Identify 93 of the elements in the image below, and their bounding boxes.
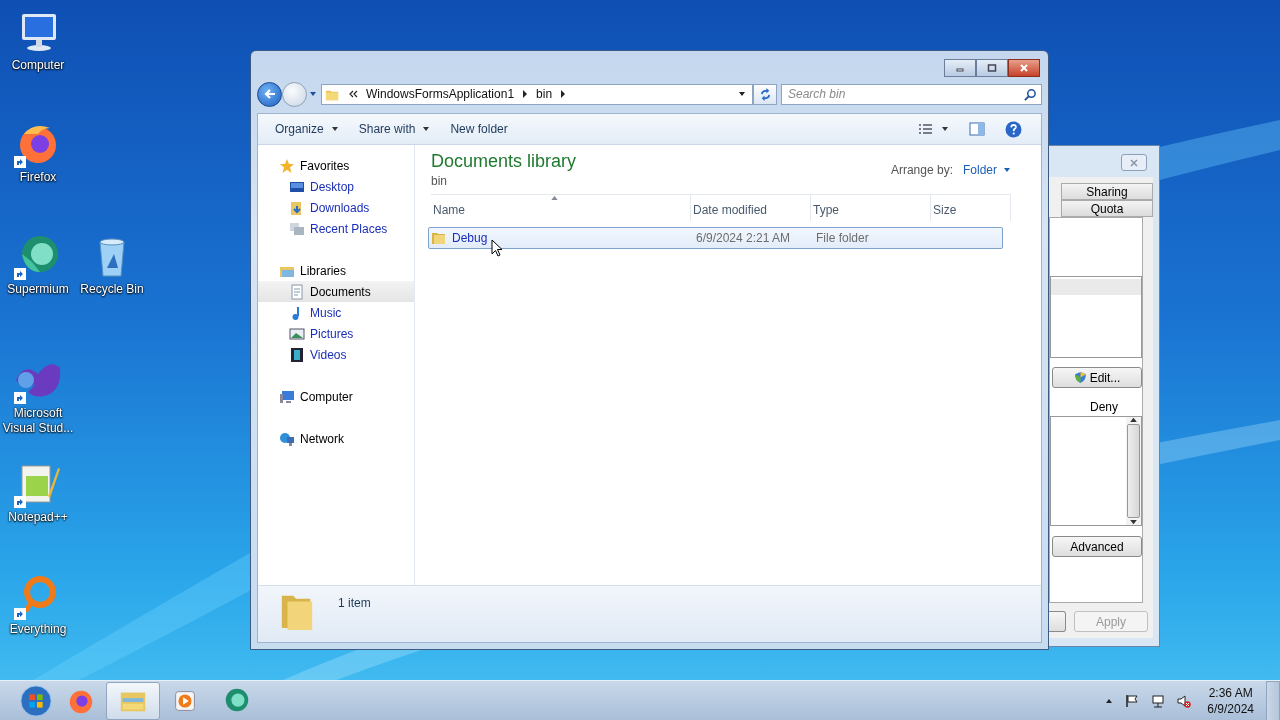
shortcut-arrow-icon	[14, 496, 26, 508]
nav-item[interactable]: Videos	[258, 344, 414, 365]
clock-date: 6/9/2024	[1207, 700, 1254, 717]
nav-item[interactable]: Computer	[258, 386, 414, 407]
shortcut-label: Notepad++	[8, 510, 68, 525]
scrollbar[interactable]	[1126, 417, 1141, 525]
type-cell-text: File folder	[815, 231, 870, 245]
clock[interactable]: 2:36 AM 6/9/2024	[1207, 684, 1254, 717]
nav-item[interactable]: Music	[258, 302, 414, 323]
folder-icon	[431, 230, 447, 246]
desktop-shortcut[interactable]: Computer	[2, 8, 74, 73]
details-view-icon	[918, 123, 934, 135]
toolbar-button[interactable]: Share with	[349, 117, 440, 141]
scroll-down-icon[interactable]	[1130, 520, 1137, 525]
desktop-shortcut[interactable]: Supermium	[2, 232, 74, 297]
shortcut-arrow-icon	[14, 156, 26, 168]
file-row[interactable]: Debug 6/9/2024 2:21 AM File folder	[428, 227, 1003, 249]
desktop-shortcut[interactable]: Microsoft Visual Stud...	[2, 356, 74, 436]
breadcrumb[interactable]: WindowsFormsApplication1	[366, 87, 515, 101]
advanced-button[interactable]: Advanced	[1052, 536, 1142, 557]
column-header[interactable]: Size	[931, 195, 1011, 221]
close-icon	[1019, 63, 1029, 73]
flag-icon[interactable]	[1125, 693, 1140, 708]
picture-icon	[289, 325, 305, 342]
breadcrumb-arrow-icon[interactable]	[560, 90, 567, 98]
shortcut-label: Firefox	[19, 170, 57, 185]
nav-item[interactable]: Downloads	[258, 197, 414, 218]
shortcut-label: Computer	[11, 58, 65, 73]
library-title: Documents library	[431, 151, 577, 172]
mouse-cursor-icon	[491, 239, 503, 257]
maximize-icon	[987, 63, 997, 73]
desktop-shortcut[interactable]: Recycle Bin	[76, 232, 148, 297]
shortcut-arrow-icon	[14, 608, 26, 620]
minimize-button[interactable]	[944, 59, 976, 77]
arrange-label: Arrange by:	[890, 163, 953, 177]
dialog-button[interactable]	[1049, 611, 1066, 632]
sort-arrow-icon	[551, 196, 558, 200]
column-header[interactable]: Date modified	[691, 195, 811, 221]
file-name: Debug	[452, 231, 488, 245]
dialog-tab[interactable]: Quota	[1061, 200, 1153, 217]
nav-item[interactable]: Libraries	[258, 260, 414, 281]
close-button[interactable]	[1008, 59, 1040, 77]
shortcut-label: Microsoft Visual Stud...	[2, 406, 74, 436]
library-subtitle: bin	[431, 174, 448, 188]
back-button[interactable]	[257, 81, 282, 107]
nav-item[interactable]: Pictures	[258, 323, 414, 344]
breadcrumb-arrow-icon[interactable]	[522, 90, 529, 98]
address-bar[interactable]: WindowsFormsApplication1 bin	[321, 83, 753, 105]
refresh-button[interactable]	[753, 83, 777, 105]
close-icon	[1129, 157, 1139, 168]
column-header[interactable]: Type	[811, 195, 931, 221]
toolbar-button[interactable]: Organize	[266, 117, 348, 141]
column-header[interactable]: Name	[431, 195, 691, 221]
dropdown-arrow-icon[interactable]	[738, 90, 746, 98]
caret-icon	[941, 125, 949, 133]
edit-button[interactable]: Edit...	[1052, 367, 1142, 388]
date-cell-text: 6/9/2024 2:21 AM	[695, 231, 792, 245]
nav-item[interactable]: Recent Places	[258, 218, 414, 239]
computer-icon	[279, 388, 295, 405]
shortcut-label: Recycle Bin	[80, 282, 144, 297]
help-icon	[1005, 120, 1022, 138]
shield-icon	[1073, 371, 1087, 384]
breadcrumb[interactable]: bin	[536, 87, 553, 101]
toolbar-button[interactable]: New folder	[441, 117, 517, 141]
shortcut-arrow-icon	[14, 392, 26, 404]
column-header: Deny	[1090, 400, 1119, 414]
network-icon[interactable]	[1151, 693, 1166, 708]
nav-item[interactable]: Desktop	[258, 176, 414, 197]
search-icon[interactable]	[1024, 87, 1037, 101]
clock-time: 2:36 AM	[1208, 684, 1253, 701]
desktop-shortcut[interactable]: Firefox	[2, 120, 74, 185]
document-icon	[289, 283, 305, 300]
preview-pane-icon	[969, 122, 985, 136]
maximize-button[interactable]	[976, 59, 1008, 77]
caret-icon	[1003, 166, 1011, 174]
nav-item[interactable]: Network	[258, 428, 414, 449]
shortcut-label: Supermium	[7, 282, 69, 297]
dialog-tab[interactable]: Sharing	[1061, 183, 1153, 200]
search-field[interactable]: Search bin	[781, 83, 1042, 105]
shortcut-arrow-icon	[14, 268, 26, 280]
network-icon	[279, 430, 295, 447]
scroll-up-icon[interactable]	[1130, 417, 1137, 422]
star-icon	[279, 157, 295, 174]
nav-item[interactable]: Documents	[258, 281, 414, 302]
film-icon	[289, 346, 305, 363]
arrange-dropdown[interactable]: Folder	[963, 163, 1011, 177]
overflow-chevron-icon[interactable]	[348, 90, 358, 98]
shortcut-label: Everything	[9, 622, 67, 637]
back-arrow-icon	[262, 87, 277, 101]
muted-speaker-icon[interactable]	[1177, 693, 1192, 708]
item-count: 1 item	[338, 596, 371, 610]
recent-places-icon	[289, 220, 305, 237]
nav-item[interactable]: Favorites	[258, 155, 414, 176]
